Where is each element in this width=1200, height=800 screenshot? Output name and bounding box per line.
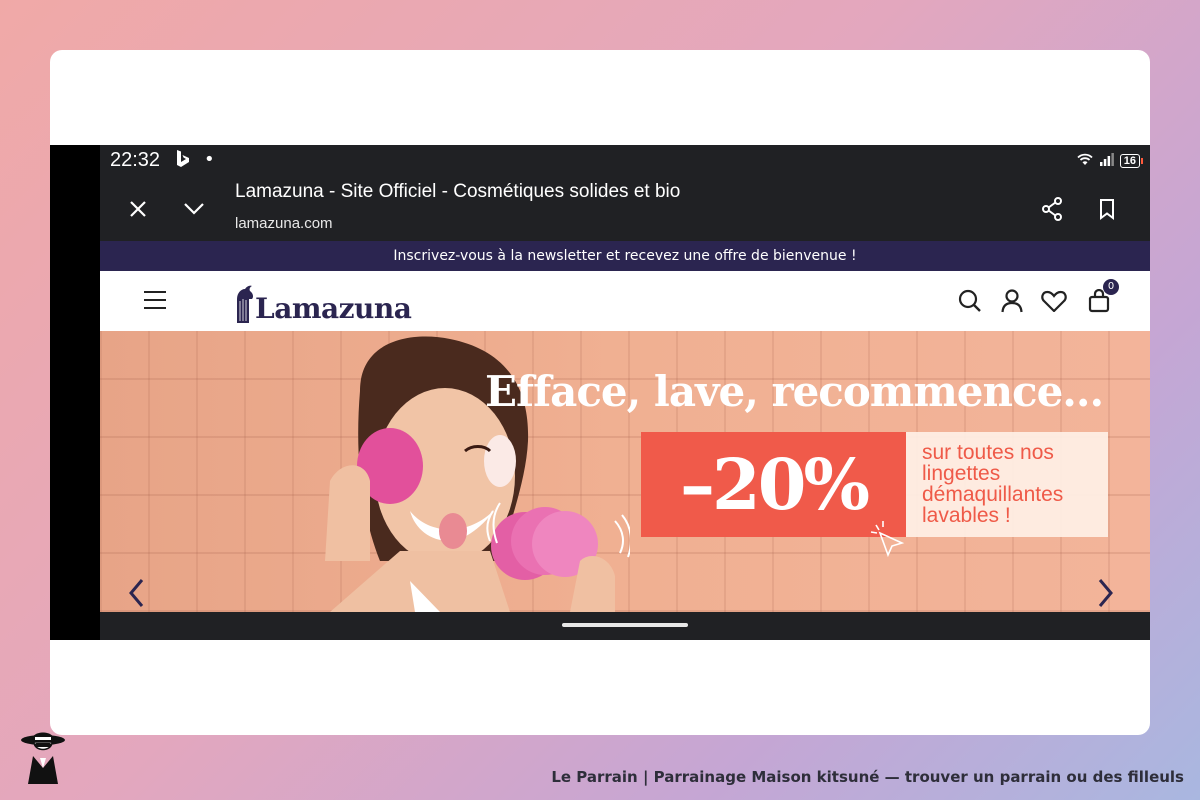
page-title: Lamazuna - Site Officiel - Cosmétiques s… (235, 181, 681, 202)
chevron-down-icon[interactable] (176, 191, 212, 227)
site-logo[interactable]: Lamazuna (233, 279, 412, 325)
gesture-nav-bar[interactable] (562, 623, 688, 627)
status-bar: 22:32 • 16 (100, 145, 1150, 177)
cart-icon[interactable]: 0 (1085, 279, 1119, 315)
bing-icon (176, 150, 190, 173)
close-icon[interactable] (120, 191, 156, 227)
status-indicators: 16 (1076, 151, 1144, 170)
footer-caption: Le Parrain | Parrainage Maison kitsuné —… (551, 768, 1184, 786)
promo-line: lavables ! (922, 504, 1011, 527)
search-icon[interactable] (956, 287, 984, 315)
phone-screen: 22:32 • 16 Lamazuna - Site Officiel - Co… (100, 145, 1150, 640)
share-icon[interactable] (1034, 191, 1070, 227)
newsletter-banner[interactable]: Inscrivez-vous à la newsletter et receve… (100, 241, 1150, 271)
hero-headline: Efface, lave, recommence... (485, 367, 1104, 416)
carousel-next-arrow[interactable] (1094, 575, 1118, 611)
promo-line: sur toutes nos (922, 441, 1054, 464)
cart-count-badge: 0 (1103, 279, 1119, 295)
wishlist-heart-icon[interactable] (1040, 287, 1068, 315)
wifi-icon (1076, 151, 1094, 170)
discount-label: –20% (641, 432, 906, 537)
signal-icon (1099, 151, 1114, 170)
hero-banner[interactable]: Efface, lave, recommence... –20% sur tou… (100, 331, 1150, 612)
status-time: 22:32 (110, 149, 161, 171)
bookmark-icon[interactable] (1089, 191, 1125, 227)
window-card: 22:32 • 16 Lamazuna - Site Officiel - Co… (50, 50, 1150, 735)
carousel-prev-arrow[interactable] (124, 575, 148, 611)
promo-line: lingettes (922, 462, 1001, 485)
le-parrain-logo-icon (21, 732, 65, 784)
status-dot: • (204, 149, 215, 170)
phone-screenshot: 22:32 • 16 Lamazuna - Site Officiel - Co… (50, 145, 1150, 640)
cursor-click-icon (870, 521, 905, 558)
page-url[interactable]: lamazuna.com (235, 215, 333, 232)
more-vert-icon[interactable] (1145, 191, 1150, 227)
llama-logo-icon (237, 285, 254, 323)
custom-tab-toolbar: Lamazuna - Site Officiel - Cosmétiques s… (100, 177, 1150, 241)
logo-text: Lamazuna (255, 292, 412, 325)
promo-line: démaquillantes (922, 483, 1064, 506)
promo-text: sur toutes nos lingettes démaquillantes … (906, 432, 1108, 537)
site-header: Lamazuna 0 (100, 271, 1150, 331)
menu-icon[interactable] (144, 291, 166, 309)
battery-icon: 16 (1119, 153, 1144, 168)
account-icon[interactable] (998, 287, 1026, 315)
